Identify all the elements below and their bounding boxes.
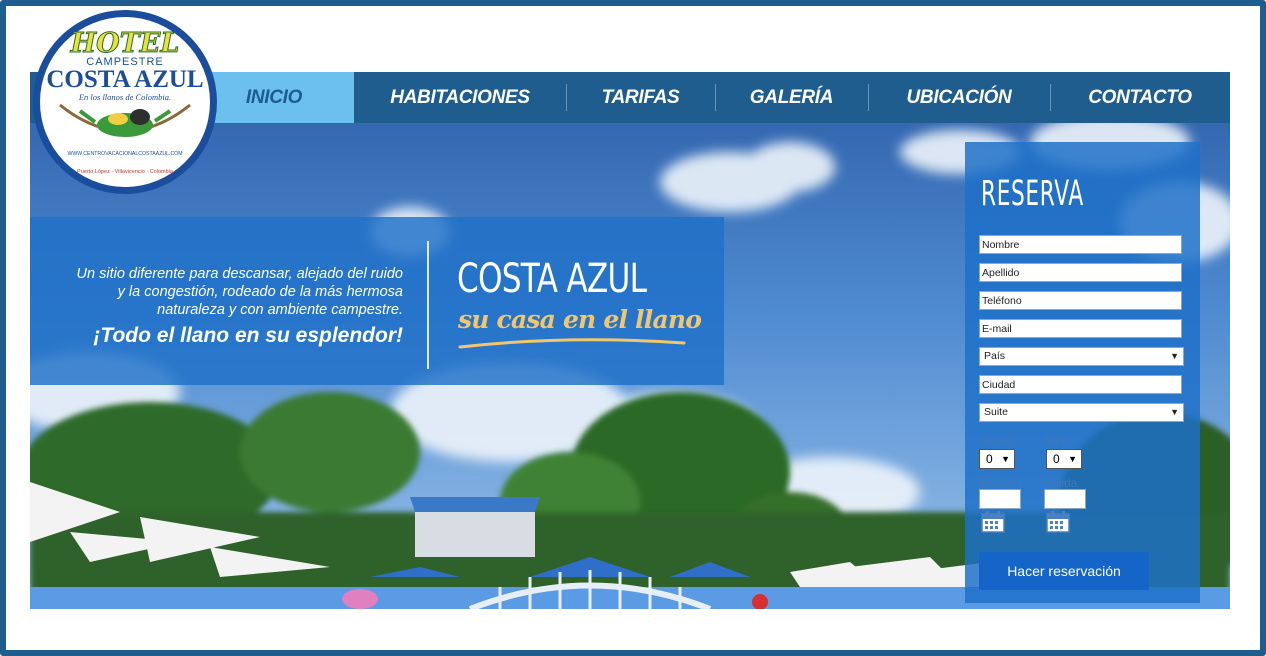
ciudad-input[interactable] xyxy=(979,375,1182,394)
promo-brand-name: COSTA AZUL xyxy=(457,256,647,302)
nav-item-contacto[interactable]: CONTACTO xyxy=(1050,72,1230,123)
logo-hotel-text: HOTEL xyxy=(70,28,180,59)
ninos-label: Niños xyxy=(1044,434,1075,448)
hacer-reservacion-button[interactable]: Hacer reservación xyxy=(979,552,1149,590)
dropdown-arrow-icon: ▼ xyxy=(1170,407,1179,417)
promo-underline-swash xyxy=(458,338,686,349)
promo-description: Un sitio diferente para descansar, aleja… xyxy=(76,266,403,318)
promo-slogan: ¡Todo el llano en su esplendor! xyxy=(93,324,403,347)
reservation-title: RESERVA xyxy=(981,174,1084,214)
logo-costa-azul-text: COSTA AZUL xyxy=(46,66,203,93)
nav-item-galeria[interactable]: GALERÍA xyxy=(715,72,868,123)
adultos-select-value: 0 xyxy=(986,452,993,466)
entrada-date-input[interactable] xyxy=(979,489,1021,509)
suite-select-value: Suite xyxy=(984,406,1008,418)
calendar-icon[interactable] xyxy=(981,511,1005,533)
salida-date-input[interactable] xyxy=(1044,489,1086,509)
logo-location-text: Puerto López · Villavicencio · Colombia xyxy=(77,169,174,175)
nav-item-tarifas[interactable]: TARIFAS xyxy=(566,72,715,123)
adultos-select[interactable]: 0 ▼ xyxy=(979,449,1015,469)
adultos-label: Adultos xyxy=(979,434,1020,448)
nombre-input[interactable] xyxy=(979,235,1182,254)
promo-tagline: su casa en el llano xyxy=(458,305,702,334)
telefono-input[interactable] xyxy=(979,291,1182,310)
reservation-form: RESERVA País ▼ Suite ▼ Adultos Niños 0 ▼… xyxy=(965,142,1200,603)
dropdown-arrow-icon: ▼ xyxy=(1170,351,1179,361)
pais-select[interactable]: País ▼ xyxy=(979,347,1184,366)
promo-description-block: Un sitio diferente para descansar, aleja… xyxy=(70,265,403,349)
logo-website-text: WWW.CENTROVACACIONALCOSTAAZUL.COM xyxy=(67,151,182,157)
ninos-select[interactable]: 0 ▼ xyxy=(1046,449,1082,469)
suite-select[interactable]: Suite ▼ xyxy=(979,403,1184,422)
nav-item-habitaciones[interactable]: HABITACIONES xyxy=(354,72,566,123)
promo-divider xyxy=(427,241,429,369)
logo-tagline-text: En los llanos de Colombia. xyxy=(78,92,171,102)
nav-item-ubicacion[interactable]: UBICACIÓN xyxy=(868,72,1050,123)
apellido-input[interactable] xyxy=(979,263,1182,282)
calendar-icon[interactable] xyxy=(1046,511,1070,533)
promo-banner: Un sitio diferente para descansar, aleja… xyxy=(30,217,724,385)
entrada-label: Entrada xyxy=(979,476,1022,490)
dropdown-arrow-icon: ▼ xyxy=(1001,454,1010,464)
salida-label: Salida xyxy=(1044,476,1078,490)
hotel-logo[interactable]: HOTEL CAMPESTRE COSTA AZUL En los llanos… xyxy=(30,7,220,197)
ninos-select-value: 0 xyxy=(1053,452,1060,466)
pais-select-value: País xyxy=(984,350,1006,362)
dropdown-arrow-icon: ▼ xyxy=(1068,454,1077,464)
email-input[interactable] xyxy=(979,319,1182,338)
